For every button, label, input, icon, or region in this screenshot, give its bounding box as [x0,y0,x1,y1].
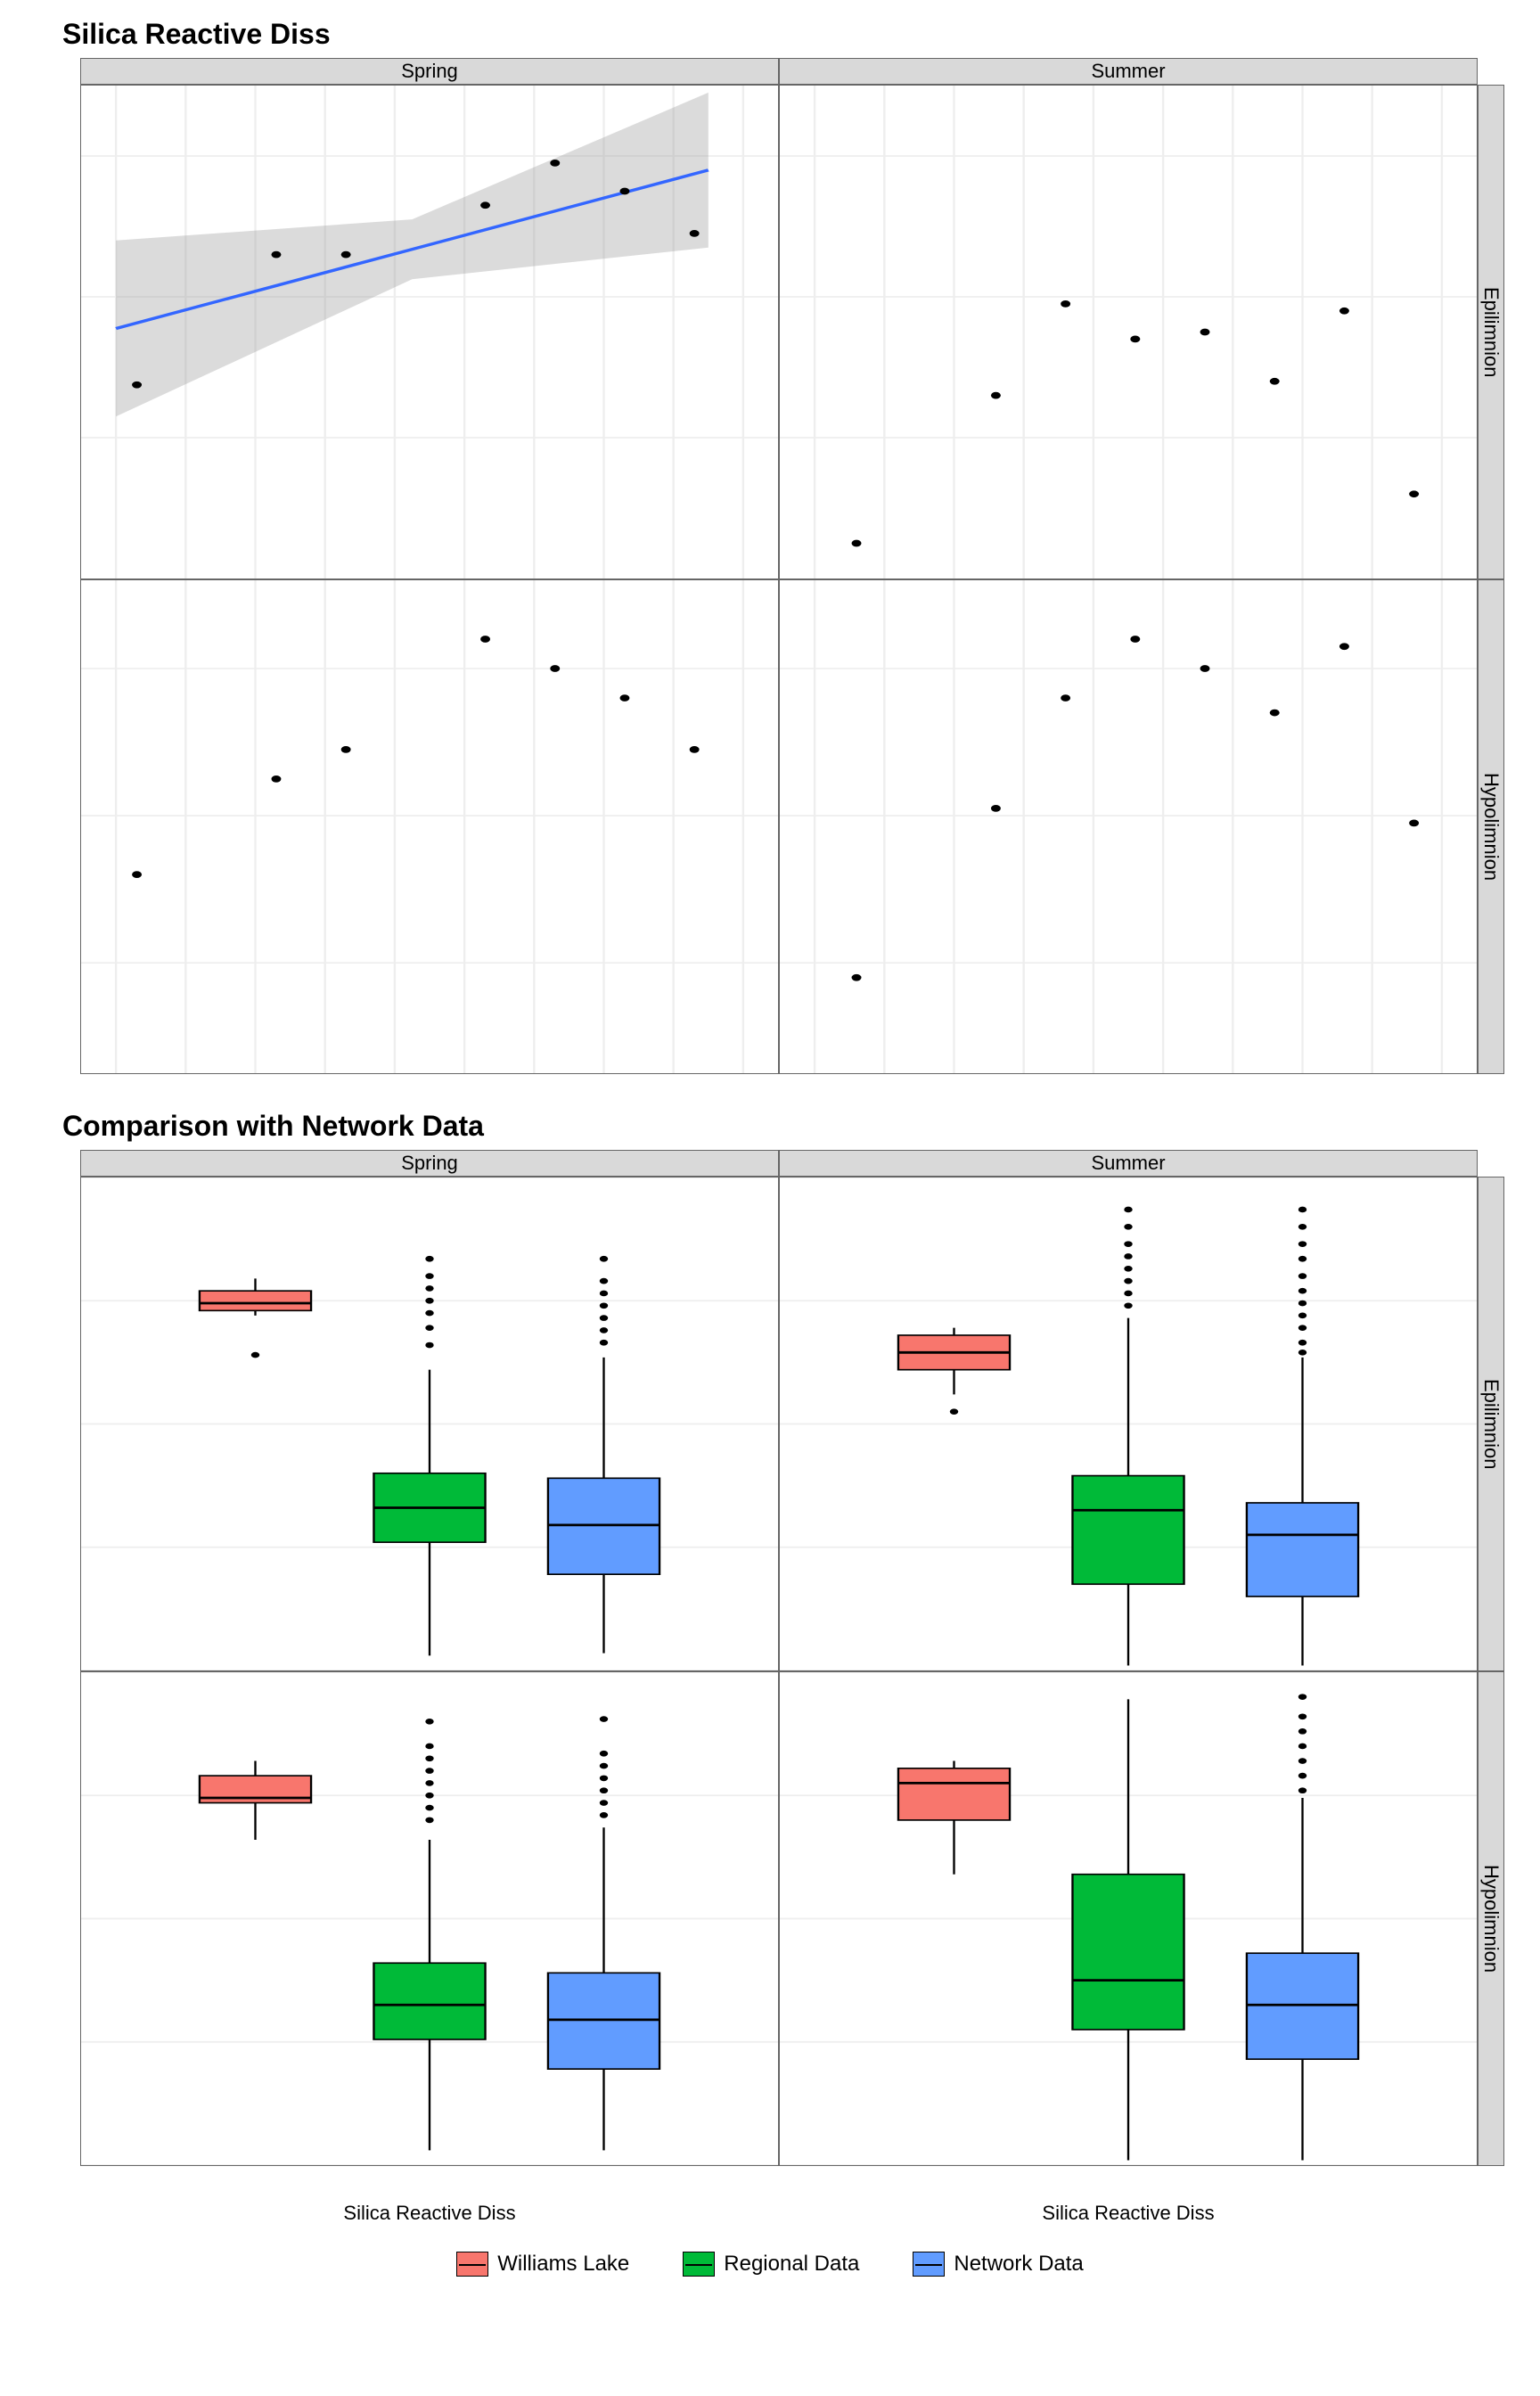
chart2-xlabel-left: Silica Reactive Diss [80,2202,779,2225]
chart2-xlabel-right: Silica Reactive Diss [779,2202,1478,2225]
legend-key-icon [913,2252,945,2277]
panel-spring_epilimnion: 05101520 [80,1177,779,1671]
chart1-grid: SpringSummer121416 Epilimnion 121416201620… [80,58,1504,1074]
row-strip: Hypolimnion [1478,1671,1504,2166]
row-strip: Epilimnion [1478,1177,1504,1671]
chart2-title: Comparison with Network Data [62,1110,1522,1143]
row-strip: Epilimnion [1478,85,1504,579]
panel-summer_hypolimnion [779,1671,1478,2166]
chart2-grid: SpringSummer05101520Epilimnion05101520Hy… [80,1150,1504,2166]
panel-spring_hypolimnion: 1214162016201720182019202020212022202320… [80,579,779,1074]
panel-summer_epilimnion [779,85,1478,579]
legend-label: Williams Lake [497,2252,629,2277]
panel-spring_hypolimnion: 05101520 [80,1671,779,2166]
scatter-chart: Silica Reactive Diss Result (mg/L) Sprin… [18,18,1522,1074]
col-strip: Spring [80,1150,779,1177]
col-strip: Summer [779,58,1478,85]
panel-summer_hypolimnion: 2016201720182019202020212022202320242025 [779,579,1478,1074]
legend-label: Regional Data [724,2252,859,2277]
legend-item: Network Data [913,2252,1083,2277]
legend-key-icon [683,2252,715,2277]
col-strip: Spring [80,58,779,85]
col-strip: Summer [779,1150,1478,1177]
boxplot-chart: Comparison with Network Data Results (mg… [18,1110,1522,2277]
chart1-title: Silica Reactive Diss [62,18,1522,51]
legend-key-icon [456,2252,488,2277]
panel-spring_epilimnion: 121416 [80,85,779,579]
panel-summer_epilimnion [779,1177,1478,1671]
row-strip: Hypolimnion [1478,579,1504,1074]
legend-item: Williams Lake [456,2252,629,2277]
chart2-legend: Williams Lake Regional Data Network Data [18,2252,1522,2277]
legend-label: Network Data [954,2252,1083,2277]
legend-item: Regional Data [683,2252,859,2277]
chart2-xlabels: Silica Reactive Diss Silica Reactive Dis… [80,2202,1504,2225]
